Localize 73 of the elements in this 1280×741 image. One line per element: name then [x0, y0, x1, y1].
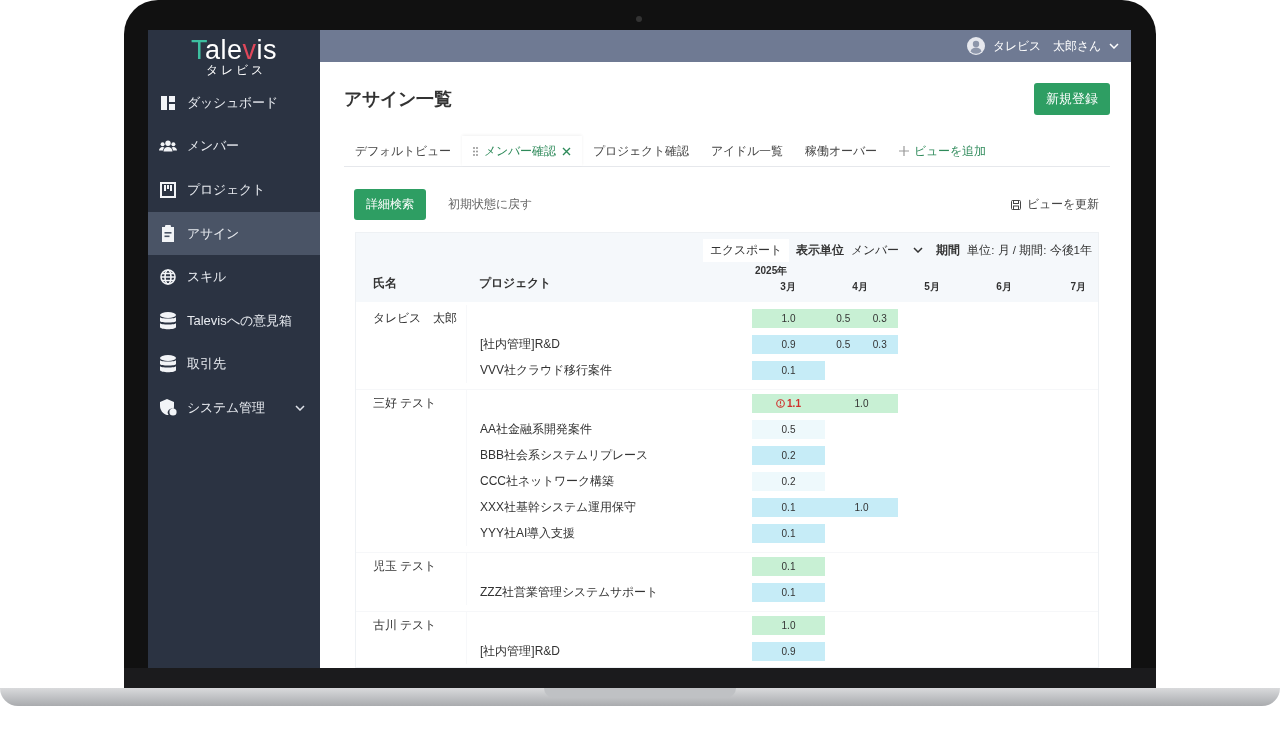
allocation-value: 0.9	[752, 334, 825, 354]
board-icon	[159, 182, 177, 198]
allocation-value: 0.1	[752, 360, 825, 380]
column-header: 氏名	[372, 274, 398, 292]
unit-label: 表示単位	[796, 242, 845, 258]
allocation-value: 0.5	[825, 334, 862, 354]
database-icon	[159, 311, 177, 330]
export-button[interactable]: エクスポート	[703, 238, 790, 262]
database-icon	[159, 355, 177, 374]
sidebar-item[interactable]: ダッシュボード	[148, 81, 320, 125]
save-icon	[1011, 199, 1021, 210]
allocation-value: 0.5	[752, 419, 825, 439]
sidebar-item[interactable]: Talevisへの意見箱	[148, 298, 320, 343]
allocation-value: 1.0	[825, 393, 898, 413]
allocation-value: 1.0	[752, 615, 825, 635]
allocation-value: 0.1	[752, 582, 825, 602]
month-header: 3月	[779, 280, 797, 294]
view-tab[interactable]: 稼働オーバー	[794, 136, 888, 166]
unit-select[interactable]: メンバー	[851, 242, 924, 258]
month-header: 4月	[851, 280, 869, 294]
allocation-value: 0.1	[752, 523, 825, 543]
period-label: 期間	[936, 242, 961, 258]
alert-icon	[776, 398, 786, 408]
logo-text: Talevis	[191, 36, 277, 63]
allocation-value: 0.5	[825, 308, 862, 328]
member-name: 児玉 テスト	[372, 557, 438, 575]
month-header: 7月	[1069, 280, 1087, 294]
dashboard-icon	[159, 94, 177, 111]
month-header: 5月	[923, 280, 941, 294]
update-view-button[interactable]: ビューを更新	[1011, 196, 1099, 213]
sidebar-item[interactable]: プロジェクト	[148, 168, 320, 212]
chevron-down-icon	[295, 404, 305, 411]
allocation-value: 1.0	[825, 497, 898, 517]
member-name: タレビス 太郎	[372, 309, 458, 327]
chevron-down-icon	[913, 247, 924, 253]
user-name[interactable]: タレビス 太郎さん	[993, 38, 1101, 54]
allocation-value: 0.3	[861, 308, 898, 328]
year-header: 2025年	[754, 264, 789, 278]
allocation-value: 0.2	[752, 471, 825, 491]
view-tab[interactable]: プロジェクト確認	[582, 136, 700, 166]
period-value: 単位: 月 / 期間: 今後1年	[967, 242, 1092, 258]
close-icon[interactable]	[562, 146, 571, 156]
sidebar-item[interactable]: 取引先	[148, 342, 320, 387]
allocation-value: 0.1	[752, 556, 825, 576]
chevron-down-icon[interactable]	[1109, 43, 1119, 49]
sidebar-item[interactable]: スキル	[148, 255, 320, 299]
allocation-value: 1.1	[752, 393, 825, 413]
view-tab[interactable]: アイドル一覧	[700, 136, 794, 166]
month-header: 6月	[995, 280, 1013, 294]
reset-link[interactable]: 初期状態に戻す	[448, 196, 532, 213]
add-view-button[interactable]: ビューを追加	[888, 136, 997, 166]
avatar-icon[interactable]	[967, 37, 985, 55]
allocation-value: 0.9	[752, 641, 825, 661]
allocation-value: 0.1	[752, 497, 825, 517]
column-header: プロジェクト	[478, 274, 552, 292]
sidebar-item[interactable]: アサイン	[148, 211, 320, 256]
camera-icon	[636, 16, 642, 22]
member-name: 三好 テスト	[372, 394, 438, 412]
sidebar-item[interactable]: システム管理	[148, 386, 320, 430]
drag-handle-icon[interactable]	[473, 146, 478, 156]
allocation-value: 1.0	[752, 308, 825, 328]
logo-subtitle: タレビス	[205, 62, 266, 77]
member-name: 古川 テスト	[372, 616, 438, 634]
view-tab[interactable]: メンバー確認	[462, 136, 582, 166]
allocation-value: 0.2	[752, 445, 825, 465]
page-title: アサイン一覧	[344, 88, 452, 111]
shield-icon	[159, 399, 177, 417]
plus-icon	[899, 146, 909, 156]
globe-icon	[159, 269, 177, 286]
clipboard-icon	[159, 225, 177, 243]
sidebar-item[interactable]: メンバー	[148, 124, 320, 169]
allocation-value: 0.3	[861, 334, 898, 354]
view-tab[interactable]: デフォルトビュー	[344, 136, 462, 166]
